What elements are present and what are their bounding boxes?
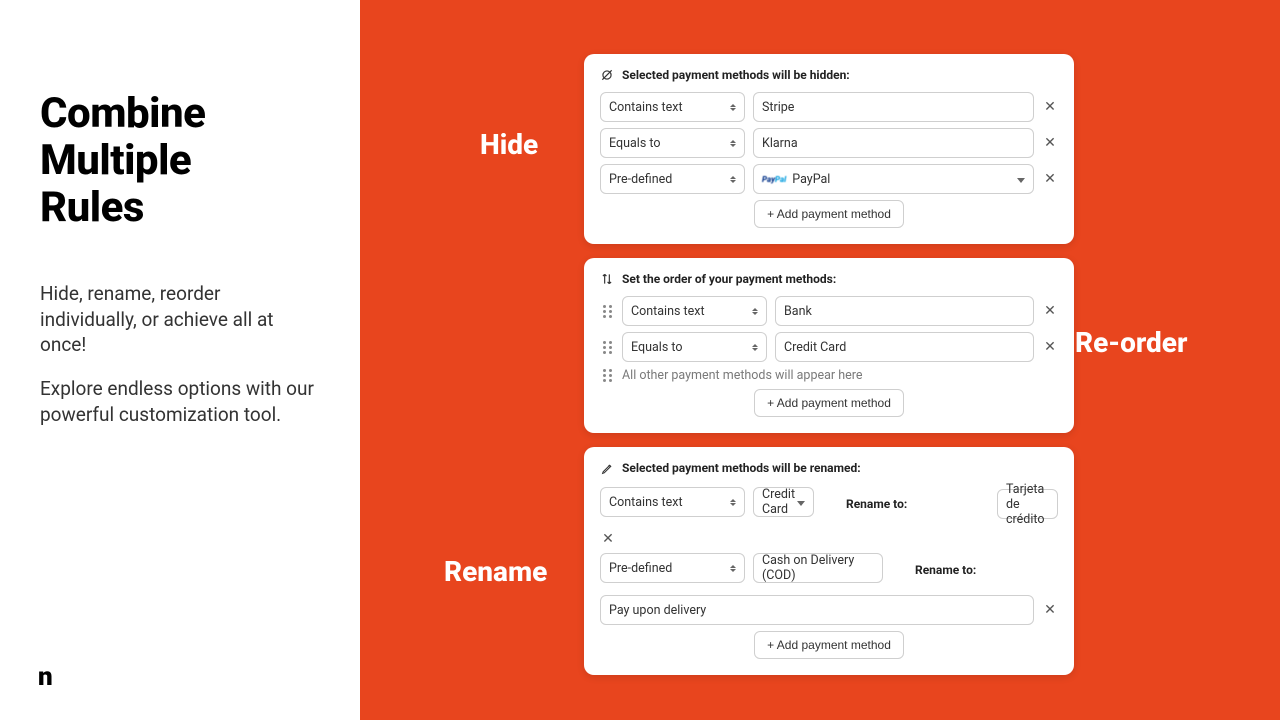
remove-row-button[interactable]: ✕ bbox=[1042, 602, 1058, 618]
reorder-card-header: Set the order of your payment methods: bbox=[600, 272, 1058, 286]
rename-row: Pre-defined Cash on Delivery (COD) Renam… bbox=[600, 553, 1058, 625]
condition-select[interactable]: Contains text bbox=[622, 296, 767, 326]
reorder-rest-label: All other payment methods will appear he… bbox=[622, 368, 863, 383]
value-input[interactable]: Stripe bbox=[753, 92, 1034, 122]
hide-card: Selected payment methods will be hidden:… bbox=[584, 54, 1074, 244]
reorder-row: Contains text Bank ✕ bbox=[600, 296, 1058, 326]
rename-row: Contains text Credit Card Rename to: Tar… bbox=[600, 485, 1058, 547]
reorder-label: Re-order bbox=[1075, 326, 1187, 359]
remove-row-button[interactable]: ✕ bbox=[600, 531, 616, 547]
add-payment-method-button[interactable]: + Add payment method bbox=[754, 631, 904, 659]
reorder-card-title: Set the order of your payment methods: bbox=[622, 272, 836, 286]
pencil-icon bbox=[600, 461, 614, 475]
reorder-rest-row: All other payment methods will appear he… bbox=[600, 368, 1058, 383]
drag-handle-icon[interactable] bbox=[600, 369, 614, 382]
sort-arrows-icon bbox=[600, 272, 614, 286]
chevron-down-icon bbox=[797, 495, 805, 510]
remove-row-button[interactable]: ✕ bbox=[1042, 135, 1058, 151]
remove-row-button[interactable]: ✕ bbox=[1042, 99, 1058, 115]
reorder-row: Equals to Credit Card ✕ bbox=[600, 332, 1058, 362]
rename-input[interactable]: Tarjeta de crédito bbox=[997, 489, 1058, 519]
add-payment-method-button[interactable]: + Add payment method bbox=[754, 200, 904, 228]
hide-row: Contains text Stripe ✕ bbox=[600, 92, 1058, 122]
sort-icon bbox=[730, 176, 736, 183]
value-select[interactable]: PayPal PayPal bbox=[753, 164, 1034, 194]
hide-card-title: Selected payment methods will be hidden: bbox=[622, 68, 850, 82]
rename-to-label: Rename to: bbox=[844, 497, 989, 511]
headline-line-2: Multiple bbox=[40, 137, 320, 184]
copy-paragraph-1: Hide, rename, reorder individually, or a… bbox=[40, 281, 320, 358]
demo-canvas: Hide Re-order Rename Selected payment me… bbox=[360, 0, 1280, 720]
value-input[interactable]: Klarna bbox=[753, 128, 1034, 158]
condition-select[interactable]: Pre-defined bbox=[600, 164, 745, 194]
eye-off-icon bbox=[600, 68, 614, 82]
hide-label: Hide bbox=[480, 128, 538, 161]
condition-select[interactable]: Contains text bbox=[600, 92, 745, 122]
rename-card-header: Selected payment methods will be renamed… bbox=[600, 461, 1058, 475]
hide-row: Equals to Klarna ✕ bbox=[600, 128, 1058, 158]
remove-row-button[interactable]: ✕ bbox=[1042, 171, 1058, 187]
hide-card-header: Selected payment methods will be hidden: bbox=[600, 68, 1058, 82]
sort-icon bbox=[730, 565, 736, 572]
remove-row-button[interactable]: ✕ bbox=[1042, 339, 1058, 355]
marketing-copy: Hide, rename, reorder individually, or a… bbox=[40, 281, 320, 427]
headline-line-1: Combine bbox=[40, 90, 320, 137]
value-input[interactable]: Cash on Delivery (COD) bbox=[753, 553, 883, 583]
rename-card: Selected payment methods will be renamed… bbox=[584, 447, 1074, 675]
reorder-card: Set the order of your payment methods: C… bbox=[584, 258, 1074, 433]
sort-icon bbox=[752, 308, 758, 315]
headline: Combine Multiple Rules bbox=[40, 90, 320, 231]
copy-paragraph-2: Explore endless options with our powerfu… bbox=[40, 376, 320, 427]
brand-logo: n bbox=[38, 662, 50, 692]
sort-icon bbox=[752, 344, 758, 351]
hide-row: Pre-defined PayPal PayPal ✕ bbox=[600, 164, 1058, 194]
drag-handle-icon[interactable] bbox=[600, 305, 614, 318]
rename-card-title: Selected payment methods will be renamed… bbox=[622, 461, 861, 475]
sort-icon bbox=[730, 104, 736, 111]
condition-select[interactable]: Equals to bbox=[600, 128, 745, 158]
rename-input[interactable]: Pay upon delivery bbox=[600, 595, 1034, 625]
value-select[interactable]: Credit Card bbox=[753, 487, 814, 517]
rename-label: Rename bbox=[444, 555, 547, 588]
sort-icon bbox=[730, 499, 736, 506]
condition-select[interactable]: Contains text bbox=[600, 487, 745, 517]
add-payment-method-button[interactable]: + Add payment method bbox=[754, 389, 904, 417]
drag-handle-icon[interactable] bbox=[600, 341, 614, 354]
value-input[interactable]: Credit Card bbox=[775, 332, 1034, 362]
rename-to-label: Rename to: bbox=[913, 563, 1058, 577]
sort-icon bbox=[730, 140, 736, 147]
remove-row-button[interactable]: ✕ bbox=[1042, 303, 1058, 319]
paypal-icon: PayPal bbox=[762, 175, 786, 184]
headline-line-3: Rules bbox=[40, 184, 320, 231]
marketing-sidebar: Combine Multiple Rules Hide, rename, reo… bbox=[0, 0, 360, 720]
chevron-down-icon bbox=[1017, 172, 1025, 187]
value-input[interactable]: Bank bbox=[775, 296, 1034, 326]
condition-select[interactable]: Pre-defined bbox=[600, 553, 745, 583]
condition-select[interactable]: Equals to bbox=[622, 332, 767, 362]
